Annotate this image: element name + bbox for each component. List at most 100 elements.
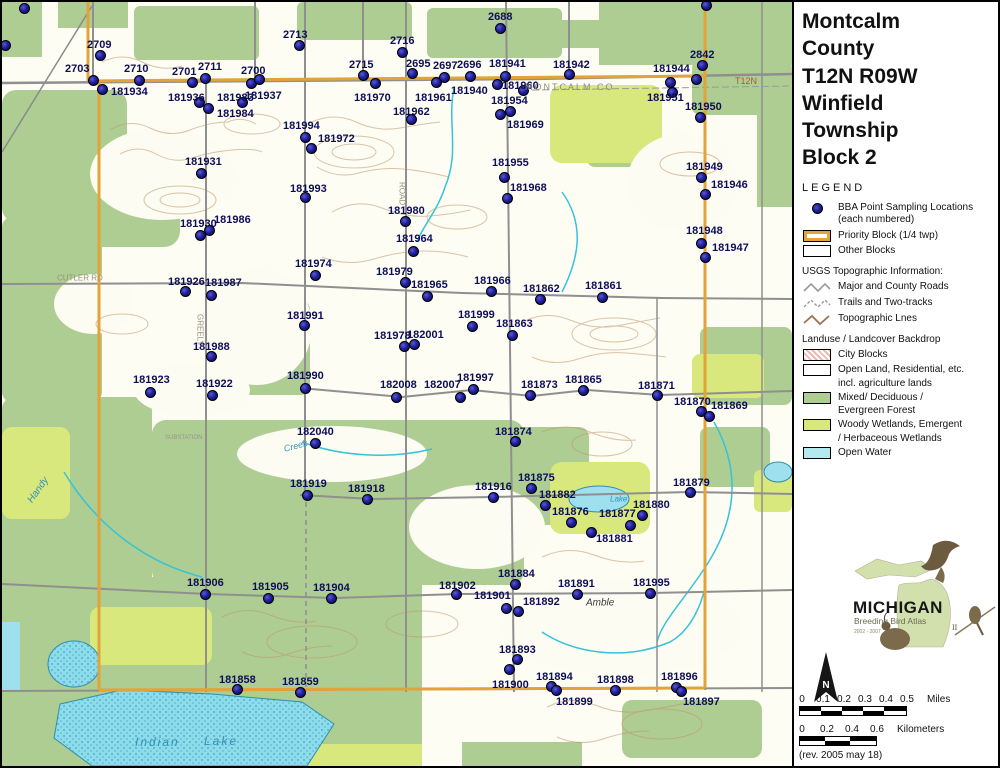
bba-point-dot[interactable] [696, 238, 707, 249]
bba-point-label: 181879 [673, 477, 710, 489]
bba-point-label: 181882 [539, 489, 576, 501]
bba-point-dot[interactable] [625, 520, 636, 531]
bba-point-dot[interactable] [467, 321, 478, 332]
bba-point-dot[interactable] [300, 383, 311, 394]
bba-point-dot[interactable] [701, 2, 712, 11]
bba-point-dot[interactable] [502, 193, 513, 204]
bba-point-dot[interactable] [306, 143, 317, 154]
bba-point-dot[interactable] [697, 60, 708, 71]
bba-point-dot[interactable] [294, 40, 305, 51]
bba-point-dot[interactable] [505, 106, 516, 117]
bba-point-dot[interactable] [263, 593, 274, 604]
bba-point-dot[interactable] [358, 70, 369, 81]
bba-point-dot[interactable] [400, 216, 411, 227]
bba-point-label: 181942 [553, 59, 590, 71]
bba-point-dot[interactable] [507, 330, 518, 341]
bba-point-label: 181978 [374, 330, 411, 342]
bba-point-dot[interactable] [468, 384, 479, 395]
bba-point-dot[interactable] [422, 291, 433, 302]
bba-point-dot[interactable] [691, 74, 702, 85]
bba-point-dot[interactable] [704, 411, 715, 422]
legend-label: Major and County Roads [838, 281, 949, 294]
bba-point-dot[interactable] [300, 132, 311, 143]
bba-point-dot[interactable] [566, 517, 577, 528]
bba-point-dot[interactable] [597, 292, 608, 303]
bba-point-label: 181997 [457, 372, 494, 384]
bba-point-dot[interactable] [700, 189, 711, 200]
bba-point-dot[interactable] [495, 23, 506, 34]
bba-point-dot[interactable] [610, 685, 621, 696]
bba-point-dot[interactable] [204, 225, 215, 236]
bba-point-dot[interactable] [134, 75, 145, 86]
bba-point-dot[interactable] [700, 252, 711, 263]
bba-point-dot[interactable] [200, 589, 211, 600]
scalebar-km-bar [799, 736, 877, 746]
bba-point-label: 181961 [415, 92, 452, 104]
bba-point-dot[interactable] [2, 40, 11, 51]
legend-label: Other Blocks [838, 245, 895, 258]
bba-point-dot[interactable] [391, 392, 402, 403]
title-line: Montcalm [802, 8, 998, 35]
bba-point-label: 181893 [499, 644, 536, 656]
bba-point-dot[interactable] [499, 172, 510, 183]
bba-point-label: 181897 [683, 696, 720, 708]
bba-point-dot[interactable] [196, 168, 207, 179]
bba-point-dot[interactable] [495, 109, 506, 120]
bba-point-dot[interactable] [572, 589, 583, 600]
bba-point-dot[interactable] [362, 494, 373, 505]
bba-point-dot[interactable] [145, 387, 156, 398]
bba-point-dot[interactable] [254, 74, 265, 85]
bba-point-label: 181873 [521, 379, 558, 391]
bba-point-dot[interactable] [488, 492, 499, 503]
bba-point-dot[interactable] [370, 78, 381, 89]
bba-point-dot[interactable] [206, 290, 217, 301]
bba-point-dot[interactable] [578, 385, 589, 396]
bba-point-label: 181922 [196, 378, 233, 390]
bba-point-dot[interactable] [501, 603, 512, 614]
bba-point-dot[interactable] [492, 79, 503, 90]
bba-point-dot[interactable] [295, 687, 306, 698]
bba-point-label: 181875 [518, 472, 555, 484]
bba-point-dot[interactable] [326, 593, 337, 604]
bba-point-dot[interactable] [645, 588, 656, 599]
bba-point-dot[interactable] [486, 286, 497, 297]
bba-point-dot[interactable] [525, 390, 536, 401]
bba-point-dot[interactable] [586, 527, 597, 538]
bba-point-dot[interactable] [397, 47, 408, 58]
bba-point-dot[interactable] [187, 77, 198, 88]
bba-point-dot[interactable] [200, 73, 211, 84]
bba-point-dot[interactable] [455, 392, 466, 403]
bba-point-dot[interactable] [637, 510, 648, 521]
bba-point-dot[interactable] [302, 490, 313, 501]
bba-point-dot[interactable] [203, 103, 214, 114]
bba-point-dot[interactable] [526, 483, 537, 494]
bba-point-dot[interactable] [540, 500, 551, 511]
bba-point-dot[interactable] [551, 685, 562, 696]
bba-point-label: 181870 [674, 396, 711, 408]
bba-point-dot[interactable] [207, 390, 218, 401]
bba-point-dot[interactable] [676, 686, 687, 697]
bba-point-dot[interactable] [696, 172, 707, 183]
bba-point-dot[interactable] [310, 438, 321, 449]
legend-label: Mixed/ Deciduous / [838, 392, 923, 405]
bba-point-dot[interactable] [97, 84, 108, 95]
bba-point-dot[interactable] [310, 270, 321, 281]
bba-point-dot[interactable] [88, 75, 99, 86]
bba-point-dot[interactable] [535, 294, 546, 305]
bba-point-dot[interactable] [400, 277, 411, 288]
legend-label-cont: / Herbaceous Wetlands [838, 433, 998, 444]
bba-point-dot[interactable] [513, 606, 524, 617]
bba-point-dot[interactable] [695, 112, 706, 123]
bba-point-dot[interactable] [465, 71, 476, 82]
bba-point-dot[interactable] [510, 579, 521, 590]
bba-point-dot[interactable] [408, 246, 419, 257]
bba-point-label: 2701 [172, 66, 196, 78]
bba-point-dot[interactable] [665, 77, 676, 88]
bba-point-dot[interactable] [19, 3, 30, 14]
bba-point-dot[interactable] [399, 341, 410, 352]
bba-point-dot[interactable] [431, 77, 442, 88]
bba-point-label: 181877 [599, 508, 636, 520]
bba-point-dot[interactable] [504, 664, 515, 675]
bba-point-dot[interactable] [95, 50, 106, 61]
map-pane[interactable]: 2703270927102701271127001819372713271527… [2, 2, 794, 766]
